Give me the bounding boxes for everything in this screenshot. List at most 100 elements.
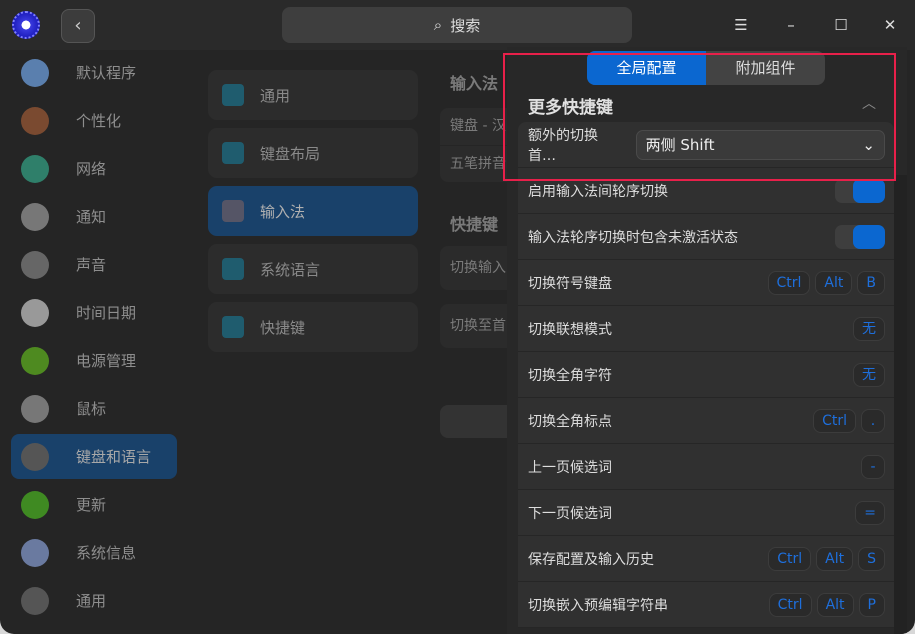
minimize-button[interactable]: – [779,13,803,37]
section-heading: 快捷键 [450,215,499,234]
shortcut-key[interactable]: Ctrl [813,408,856,433]
sidebar-item[interactable]: 通知 [11,194,177,239]
shortcut-label: 下一页候选词 [528,505,612,522]
section-heading: 输入法 [450,74,499,93]
sidebar-item-icon [21,538,49,567]
toggle-row: 输入法轮序切换时包含未激活状态 [518,214,894,260]
sidebar: 默认程序个性化 网络通知声音时间日期电源管理鼠标 键盘和语言更新系统信息通用 [0,50,190,634]
sidebar-item[interactable]: 更新 [11,482,177,527]
subnav-item-icon [222,84,244,106]
shortcut-row: 切换联想模式 无 [518,306,894,352]
shortcut-key[interactable]: S [858,546,885,571]
subnav-item[interactable]: 键盘布局 [208,128,418,178]
scrollbar-track[interactable] [894,175,907,634]
subnav-item-icon [222,316,244,338]
shortcut-key[interactable]: P [858,592,885,617]
sidebar-item-icon [21,106,49,135]
shortcut-key[interactable]: B [857,270,885,295]
sidebar-item-icon [21,298,49,327]
dropdown-value: 两侧 Shift [645,136,715,154]
maximize-button[interactable]: ☐ [829,13,853,37]
shortcut-row: 切换全角字符 无 [518,352,894,398]
shortcut-key[interactable]: 无 [853,316,885,341]
sidebar-item-icon [21,58,49,87]
chevron-down-icon: ⌄ [862,135,875,154]
sidebar-item-label: 声音 [76,256,107,274]
input-method-card[interactable]: 五笔拼音 [440,146,507,182]
subnav-item-label: 快捷键 [260,318,306,337]
subnav-item-label: 键盘布局 [260,144,321,163]
subnav-item-icon [222,200,244,222]
subnav-item-icon [222,258,244,280]
sidebar-item-label: 更新 [76,496,107,514]
shortcut-key[interactable]: - [861,454,885,479]
title-bar: ‹ ⌕ 搜索 ☰ – ☐ ✕ [0,0,915,50]
subnav-item-label: 系统语言 [260,260,321,279]
shortcut-list: 额外的切换首… 两侧 Shift ⌄ 启用输入法间轮序切换输入法轮序切换时包含未… [518,122,894,628]
sidebar-item[interactable]: 通用 [11,578,177,623]
panel-tabs: 全局配置 附加组件 [587,51,825,85]
shortcut-key[interactable]: Ctrl [768,546,812,571]
close-button[interactable]: ✕ [878,13,902,37]
shortcut-key[interactable]: Alt [815,270,853,295]
shortcut-key[interactable]: Alt [816,592,854,617]
background-button[interactable] [440,405,507,438]
sidebar-item[interactable]: 系统信息 [11,530,177,575]
back-button[interactable]: ‹ [61,9,95,43]
sidebar-item[interactable]: 键盘和语言 [11,434,177,479]
shortcut-row: 下一页候选词 = [518,490,894,536]
sidebar-item-icon [21,394,49,423]
sidebar-item-icon [21,346,49,375]
sidebar-item-label: 电源管理 [76,352,137,370]
search-icon: ⌕ [433,16,443,34]
search-input[interactable]: ⌕ 搜索 [282,7,632,43]
shortcut-label: 切换全角标点 [528,413,612,430]
shortcut-key[interactable]: . [861,408,885,433]
shortcut-row: 切换符号键盘 Ctrl Alt B [518,260,894,306]
shortcut-row: 上一页候选词 - [518,444,894,490]
trigger-key-dropdown[interactable]: 两侧 Shift ⌄ [635,129,885,160]
sidebar-item[interactable]: 时间日期 [11,290,177,335]
toggle-label: 启用输入法间轮序切换 [528,183,668,200]
settings-window: ‹ ⌕ 搜索 ☰ – ☐ ✕ 默认程序 个性化 网络 通知 声音 时间日期 电源管理 鼠标 键盘… [0,0,915,634]
sidebar-item[interactable]: 默认程序 [11,50,177,95]
tab-addons[interactable]: 附加组件 [706,51,825,85]
sidebar-item-label: 通知 [76,208,107,226]
sidebar-item-icon [21,250,49,279]
shortcut-label: 切换联想模式 [528,321,612,338]
tab-global-config[interactable]: 全局配置 [587,51,706,85]
subnav-item[interactable]: 输入法 [208,186,418,236]
shortcut-key[interactable]: = [855,500,885,525]
shortcut-label: 上一页候选词 [528,459,612,476]
toggle-label: 输入法轮序切换时包含未激活状态 [528,229,738,246]
toggle-switch[interactable] [835,224,885,249]
subnav-item[interactable]: 系统语言 [208,244,418,294]
input-method-card[interactable]: 键盘 - 汉 [440,108,507,145]
chevron-up-icon[interactable]: ︿ [862,93,876,113]
shortcut-key[interactable]: Ctrl [768,592,812,617]
sidebar-item-label: 通用 [76,592,107,610]
sidebar-item-icon [21,586,49,615]
sidebar-item[interactable]: 鼠标 [11,386,177,431]
sidebar-item[interactable]: 声音 [11,242,177,287]
sidebar-item[interactable]: 个性化 [11,98,177,143]
sidebar-item-label: 默认程序 [76,64,137,82]
subnav-item[interactable]: 通用 [208,70,418,120]
subnav-item-label: 通用 [260,86,291,105]
shortcut-card[interactable]: 切换输入 [440,246,507,290]
shortcut-row: 保存配置及输入历史 Ctrl Alt S [518,536,894,582]
shortcut-key[interactable]: Ctrl [767,270,811,295]
sidebar-item-icon [21,154,49,183]
dropdown-label: 额外的切换首… [528,127,598,164]
toggle-switch[interactable] [835,178,885,203]
sidebar-item[interactable]: 网络 [11,146,177,191]
shortcut-card[interactable]: 切换至首 [440,304,507,348]
shortcut-key[interactable]: 无 [853,362,885,387]
sidebar-item[interactable]: 电源管理 [11,338,177,383]
subnav-item[interactable]: 快捷键 [208,302,418,352]
shortcut-row: 切换全角标点 Ctrl. [518,398,894,444]
menu-button[interactable]: ☰ [729,13,753,37]
shortcut-key[interactable]: Alt [816,546,854,571]
sidebar-item-icon [21,202,49,231]
subnav-item-label: 输入法 [260,202,306,221]
